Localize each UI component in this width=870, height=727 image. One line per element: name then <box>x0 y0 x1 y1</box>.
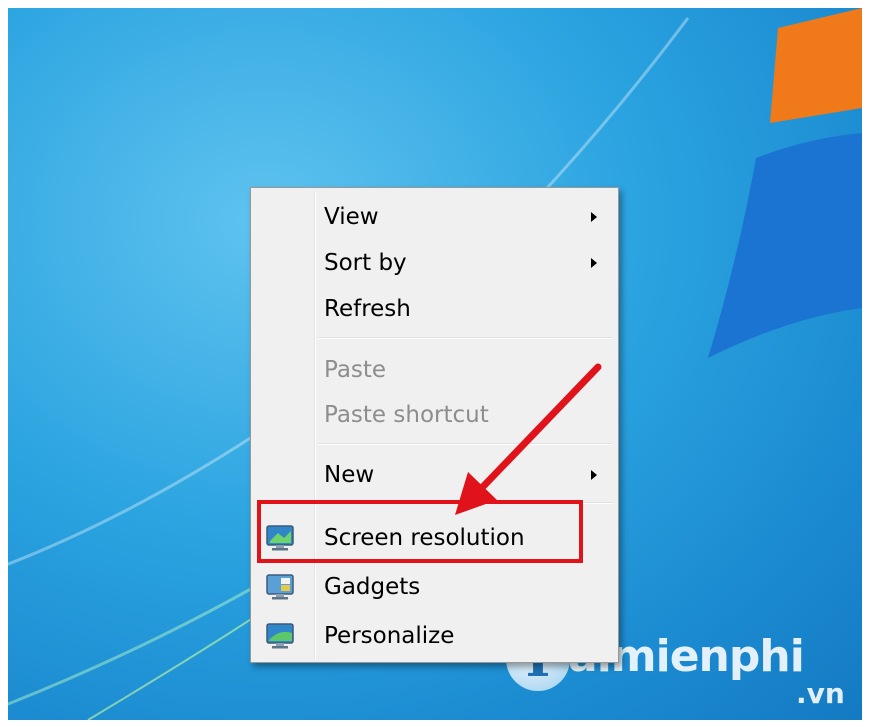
annotation-arrow-icon <box>455 363 602 515</box>
